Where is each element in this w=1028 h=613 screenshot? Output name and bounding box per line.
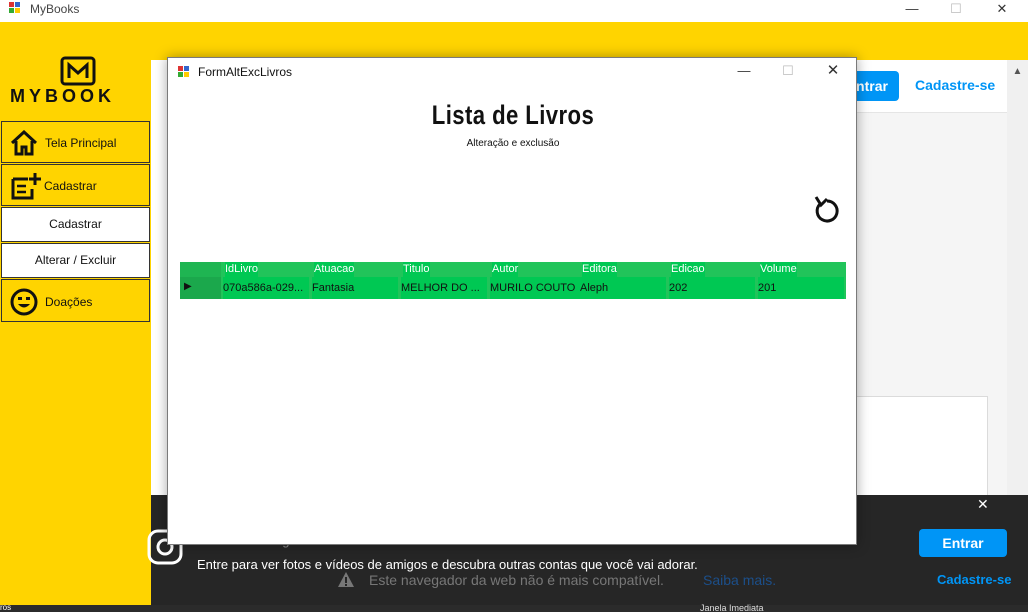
app-icon: [9, 2, 20, 13]
main-title-bar: MyBooks — ☐ ✕: [0, 0, 1028, 22]
top-bar: [151, 22, 1028, 60]
grid-corner-header: [180, 262, 221, 277]
banner-close-icon[interactable]: ✕: [977, 496, 989, 513]
cell-autor[interactable]: MURILO COUTO: [490, 277, 580, 299]
dialog-title: FormAltExcLivros: [198, 65, 293, 79]
cell-edicao[interactable]: 202: [669, 277, 755, 299]
sidebar-item-label: Cadastrar: [44, 179, 97, 193]
status-left-text: ros: [0, 603, 12, 612]
browser-warning-text: Este navegador da web não é mais compatí…: [369, 572, 664, 588]
dialog-minimize-button[interactable]: —: [724, 62, 764, 84]
scroll-up-arrow-icon[interactable]: ▲: [1007, 66, 1028, 86]
row-selector-arrow-icon: ▶: [184, 281, 192, 292]
logo-text: MYBOOK: [10, 86, 115, 106]
home-icon: [10, 130, 38, 156]
submenu-alterar-excluir[interactable]: Alterar / Excluir: [1, 243, 150, 278]
sidebar-item-doacoes[interactable]: Doações: [1, 279, 150, 322]
column-header-atuacao[interactable]: Atuacao: [314, 262, 355, 277]
close-button[interactable]: ✕: [982, 0, 1022, 22]
cell-idlivro[interactable]: 070a586a-029...: [223, 277, 309, 299]
column-header-idlivro[interactable]: IdLivro: [225, 262, 259, 277]
dialog-close-button[interactable]: ✕: [813, 62, 853, 84]
warning-icon: [338, 572, 354, 587]
form-icon: [178, 66, 189, 77]
status-strip: [0, 605, 1028, 612]
logo-icon: [60, 56, 96, 86]
page-subtitle: Alteração e exclusão: [466, 138, 560, 149]
logo: MYBOOK: [8, 52, 148, 112]
form-alt-exc-livros-dialog: FormAltExcLivros — ☐ ✕ Lista de Livros A…: [167, 57, 857, 545]
cell-atuacao[interactable]: Fantasia: [312, 277, 398, 299]
window-title: MyBooks: [30, 2, 80, 16]
sidebar-item-label: Tela Principal: [45, 136, 117, 150]
submenu-cadastrar[interactable]: Cadastrar: [1, 207, 150, 242]
dialog-maximize-button[interactable]: ☐: [768, 62, 808, 84]
banner-text: Entre para ver fotos e vídeos de amigos …: [197, 557, 698, 572]
saiba-mais-link[interactable]: Saiba mais.: [703, 572, 776, 588]
smile-icon: [10, 288, 38, 316]
sidebar-item-tela-principal[interactable]: Tela Principal: [1, 121, 150, 163]
page-title: Lista de Livros: [431, 100, 595, 130]
column-header-volume[interactable]: Volume: [760, 262, 797, 277]
column-header-autor[interactable]: Autor: [492, 262, 519, 277]
column-header-titulo[interactable]: Titulo: [403, 262, 430, 277]
column-header-edicao[interactable]: Edicao: [671, 262, 705, 277]
login-box: [857, 396, 988, 498]
minimize-button[interactable]: —: [892, 0, 932, 22]
cell-titulo[interactable]: MELHOR DO ...: [401, 277, 487, 299]
cell-volume[interactable]: 201: [758, 277, 844, 299]
refresh-icon[interactable]: [812, 194, 842, 226]
column-header-editora[interactable]: Editora: [582, 262, 617, 277]
row-header[interactable]: ▶: [180, 277, 221, 299]
cadastre-link[interactable]: Cadastre-se: [937, 572, 1011, 587]
books-data-grid[interactable]: ▶ IdLivro Atuacao Titulo Autor Editora E…: [180, 262, 846, 299]
cadastre-top-link[interactable]: Cadastre-se: [915, 77, 995, 93]
add-note-icon: [11, 173, 41, 200]
scrollbar[interactable]: [1007, 60, 1028, 500]
maximize-button[interactable]: ☐: [936, 0, 976, 22]
sidebar-item-cadastrar[interactable]: Cadastrar: [1, 164, 150, 206]
sidebar-item-label: Doações: [45, 295, 93, 309]
cell-editora[interactable]: Aleph: [580, 277, 666, 299]
entrar-button[interactable]: Entrar: [919, 529, 1007, 557]
